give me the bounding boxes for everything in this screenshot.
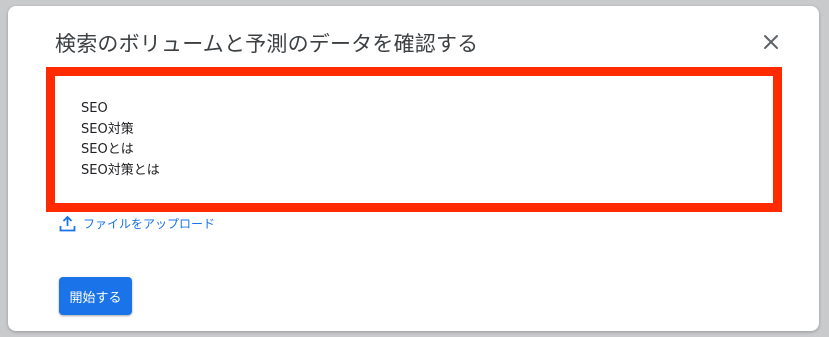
- upload-file-link[interactable]: ファイルをアップロード: [59, 215, 215, 232]
- close-button[interactable]: [760, 31, 782, 53]
- upload-icon: [59, 215, 76, 232]
- keyword-textarea[interactable]: SEO SEO対策 SEOとは SEO対策とは: [64, 85, 764, 194]
- keyword-line: SEO対策とは: [81, 162, 160, 178]
- dialog-title: 検索のボリュームと予測のデータを確認する: [55, 32, 479, 56]
- start-button[interactable]: 開始する: [59, 277, 132, 315]
- keyword-input-highlight: SEO SEO対策 SEOとは SEO対策とは: [46, 67, 782, 212]
- upload-file-label: ファイルをアップロード: [83, 217, 216, 231]
- keyword-line: SEO対策: [81, 121, 134, 137]
- keyword-line: SEO: [81, 101, 108, 116]
- close-icon[interactable]: [760, 31, 782, 53]
- keyword-line: SEOとは: [81, 142, 134, 157]
- keyword-planner-dialog: 検索のボリュームと予測のデータを確認する SEO SEO対策 SEOとは SEO…: [8, 6, 819, 331]
